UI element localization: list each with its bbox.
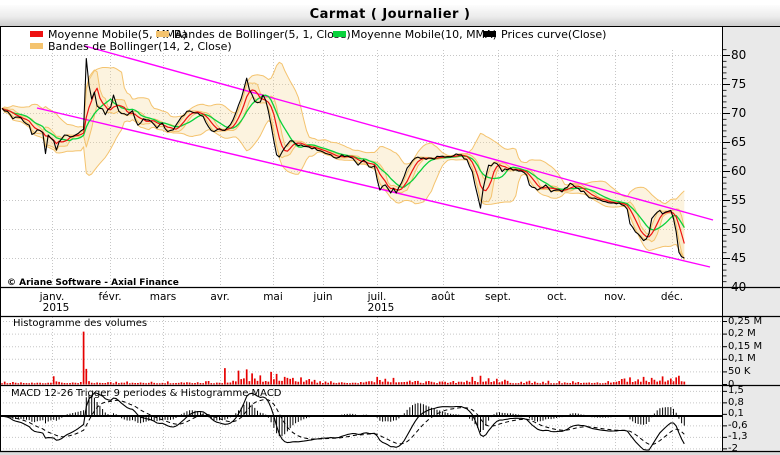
- price-chart-canvas[interactable]: [0, 0, 780, 455]
- macd-trigger-line: [1, 399, 685, 446]
- bollinger14-band-fill: [2, 62, 685, 260]
- price-pane[interactable]: [1, 45, 714, 268]
- volume-bars: [1, 331, 686, 385]
- volume-pane[interactable]: [1, 331, 686, 385]
- macd-line: [1, 392, 685, 451]
- macd-pane[interactable]: [1, 392, 685, 451]
- chart-window: Carmat ( Journalier ) Moyenne Mobile(5, …: [0, 0, 780, 455]
